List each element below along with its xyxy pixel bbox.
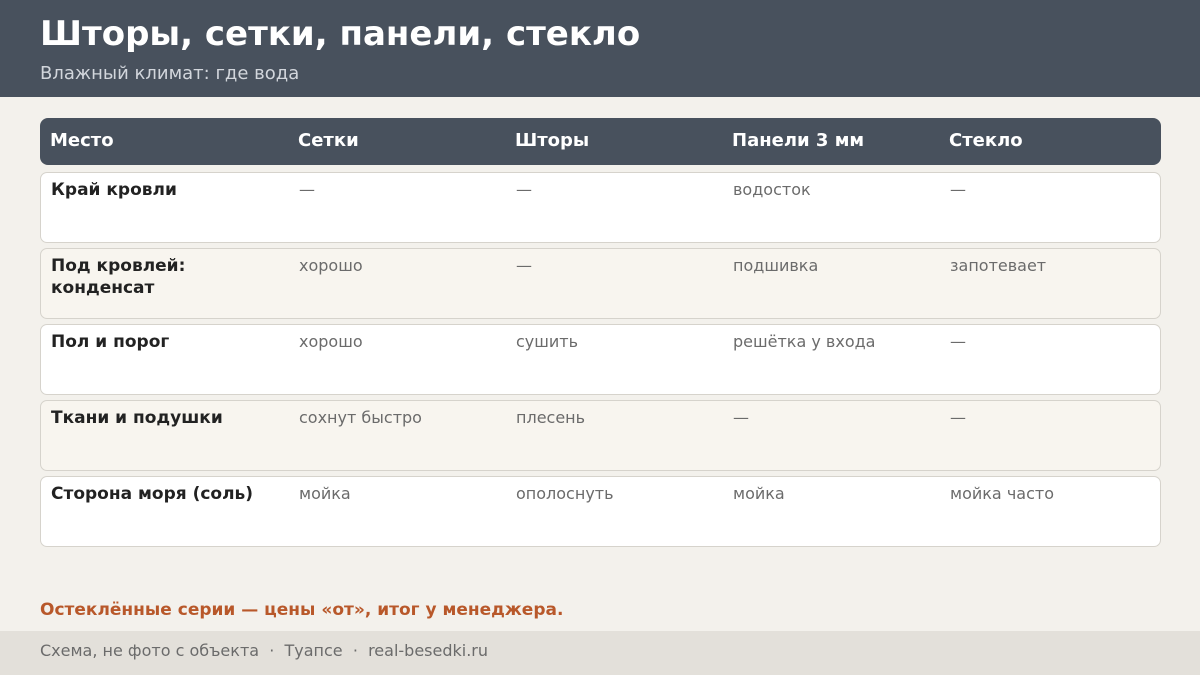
cell-nets: — bbox=[299, 180, 315, 199]
cell-glass: — bbox=[950, 332, 966, 351]
cell-nets: хорошо bbox=[299, 332, 363, 351]
cell-nets: мойка bbox=[299, 484, 351, 503]
table-row: Пол и порог хорошо сушить решётка у вход… bbox=[40, 324, 1161, 395]
price-note: Остеклённые серии — цены «от», итог у ме… bbox=[40, 600, 564, 620]
row-place: Под кровлей: конденсат bbox=[51, 256, 186, 298]
footer-text: Схема, не фото с объекта · Туапсе · real… bbox=[40, 641, 489, 660]
row-place: Ткани и подушки bbox=[51, 408, 223, 428]
cell-glass: запотевает bbox=[950, 256, 1047, 275]
cell-panels: водосток bbox=[733, 180, 811, 199]
column-header-glass: Стекло bbox=[949, 130, 1023, 151]
row-place: Пол и порог bbox=[51, 332, 170, 352]
cell-glass: мойка часто bbox=[950, 484, 1054, 503]
column-header-nets: Сетки bbox=[298, 130, 359, 151]
column-header-place: Место bbox=[50, 130, 114, 151]
page-title: Шторы, сетки, панели, стекло bbox=[40, 14, 641, 54]
table-row: Под кровлей: конденсат хорошо — подшивка… bbox=[40, 248, 1161, 319]
table-row: Сторона моря (соль) мойка ополоснуть мой… bbox=[40, 476, 1161, 547]
column-header-panels: Панели 3 мм bbox=[732, 130, 865, 151]
cell-panels: — bbox=[733, 408, 749, 427]
cell-curtains: сушить bbox=[516, 332, 579, 351]
cell-curtains: — bbox=[516, 180, 532, 199]
cell-curtains: — bbox=[516, 256, 532, 275]
cell-panels: решётка у входа bbox=[733, 332, 876, 351]
cell-panels: мойка bbox=[733, 484, 785, 503]
row-place: Край кровли bbox=[51, 180, 177, 200]
table-row: Край кровли — — водосток — bbox=[40, 172, 1161, 243]
table-header: Место Сетки Шторы Панели 3 мм Стекло bbox=[40, 118, 1161, 165]
footer: Схема, не фото с объекта · Туапсе · real… bbox=[0, 631, 1200, 675]
row-place: Сторона моря (соль) bbox=[51, 484, 254, 504]
cell-curtains: ополоснуть bbox=[516, 484, 614, 503]
cell-panels: подшивка bbox=[733, 256, 819, 275]
cell-glass: — bbox=[950, 408, 966, 427]
cell-nets: хорошо bbox=[299, 256, 363, 275]
cell-glass: — bbox=[950, 180, 966, 199]
cell-nets: сохнут быстро bbox=[299, 408, 422, 427]
page-subtitle: Влажный климат: где вода bbox=[40, 63, 300, 84]
page-header: Шторы, сетки, панели, стекло Влажный кли… bbox=[0, 0, 1200, 97]
cell-curtains: плесень bbox=[516, 408, 586, 427]
table-row: Ткани и подушки сохнут быстро плесень — … bbox=[40, 400, 1161, 471]
column-header-curtains: Шторы bbox=[515, 130, 590, 151]
